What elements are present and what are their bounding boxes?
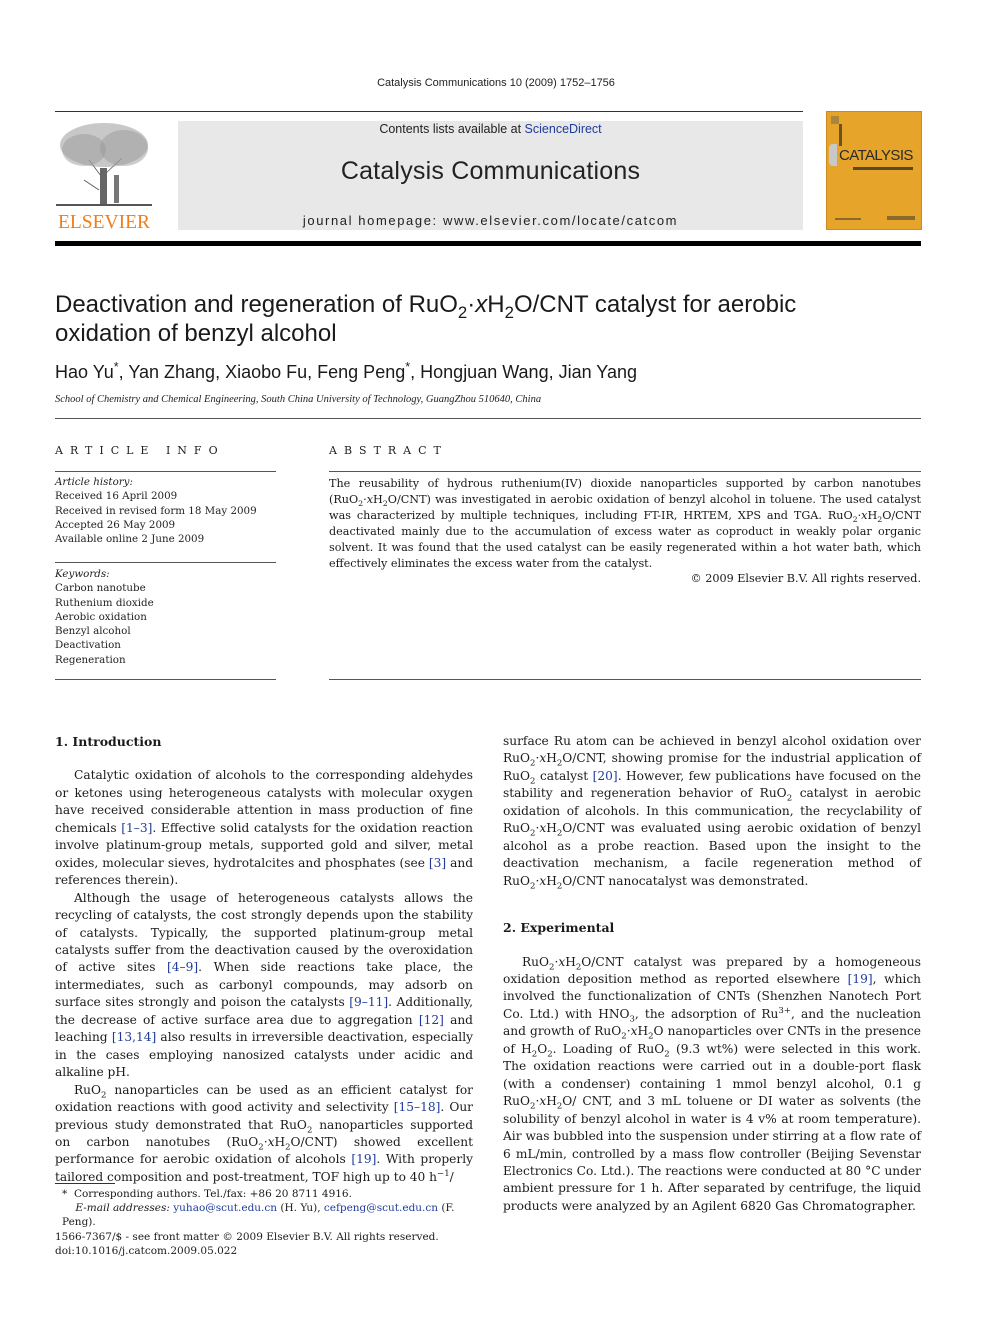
abstract-text: The reusability of hydrous ruthenium(IV)… [329, 477, 921, 570]
journal-citation: Catalysis Communications 10 (2009) 1752–… [377, 77, 615, 89]
title-sub: 2 [504, 302, 514, 322]
reference-link: [1–3] [121, 820, 153, 835]
reference-link: [3] [428, 855, 447, 870]
keyword: Aerobic oxidation [55, 610, 147, 623]
header-thick-rule [55, 241, 921, 246]
reference-link: [19] [351, 1152, 377, 1167]
reference-link: [13,14] [111, 1030, 157, 1045]
section-heading-experimental: 2. Experimental [503, 920, 615, 936]
history-received: Received 16 April 2009 [55, 490, 178, 503]
footnote-rule [55, 1183, 115, 1184]
sciencedirect-link[interactable]: ScienceDirect [525, 122, 602, 136]
cover-subtitle [853, 167, 913, 170]
affiliation-rule [55, 418, 921, 419]
elsevier-tree-icon [56, 123, 152, 206]
history-online: Available online 2 June 2009 [55, 533, 205, 546]
history-revised: Received in revised form 18 May 2009 [55, 504, 257, 517]
keyword: Carbon nanotube [55, 582, 146, 595]
title-h: H [487, 291, 505, 318]
abstract-rule [329, 471, 921, 472]
author[interactable]: Xiaobo Fu [225, 362, 307, 382]
history-label: Article history: [55, 476, 133, 488]
email-link-yu[interactable]: yuhao@scut.edu.cn [173, 1202, 277, 1214]
title-sub: 2 [457, 302, 468, 322]
author[interactable]: Feng Peng [317, 362, 405, 382]
article-title: Deactivation and regeneration of RuO2·xH… [55, 290, 915, 348]
title-text: O/CNT catalyst for aerobic [513, 291, 797, 318]
email-link-peng[interactable]: cefpeng@scut.edu.cn [324, 1202, 438, 1214]
contents-line: Contents lists available at ScienceDirec… [178, 122, 803, 136]
article-info-bottom-rule [55, 679, 276, 680]
author[interactable]: Jian Yang [559, 362, 637, 382]
history-accepted: Accepted 26 May 2009 [55, 518, 176, 531]
reference-link: [4–9] [167, 960, 199, 975]
journal-banner: Contents lists available at ScienceDirec… [178, 121, 803, 230]
cover-footer-right [887, 216, 915, 220]
title-x: x [475, 291, 488, 318]
author[interactable]: Hao Yu [55, 362, 114, 382]
footnote-text: Corresponding authors. Tel./fax: +86 20 … [73, 1188, 352, 1200]
right-column: surface Ru atom can be achieved in benzy… [503, 733, 921, 1215]
author-list: Hao Yu*, Yan Zhang, Xiaobo Fu, Feng Peng… [55, 360, 637, 382]
email-owner: (H. Yu), [277, 1202, 324, 1214]
article-info-rule [55, 471, 276, 472]
journal-title: Catalysis Communications [340, 157, 641, 185]
issn: 1566-7367/$ - see front matter © 2009 El… [55, 1231, 439, 1243]
header-rule [55, 111, 803, 112]
keyword: Benzyl alcohol [55, 625, 131, 638]
article-history: Article history: Received 16 April 2009 … [55, 475, 277, 546]
section-heading-introduction: 1. Introduction [55, 734, 162, 749]
affiliation: School of Chemistry and Chemical Enginee… [55, 394, 542, 405]
keyword: Regeneration [55, 653, 126, 666]
paragraph: RuO2 nanoparticles can be used as an eff… [55, 1082, 474, 1184]
keyword: Ruthenium dioxide [55, 596, 154, 609]
reference-link: [20] [592, 768, 618, 783]
cover-footer-left [835, 218, 861, 220]
cover-c-letter [829, 144, 837, 166]
corresponding-mark[interactable]: * [405, 360, 410, 374]
keywords-label: Keywords: [55, 568, 110, 580]
front-matter: 1566-7367/$ - see front matter © 2009 El… [55, 1230, 495, 1258]
keywords-rule [55, 562, 276, 563]
reference-link: [19] [847, 971, 873, 986]
reference-link: [15–18] [393, 1100, 441, 1115]
title-text: oxidation of benzyl alcohol [55, 320, 337, 347]
abstract-heading: ABSTRACT [329, 444, 448, 457]
footnote-mark: * [62, 1188, 68, 1200]
article-info-heading: ARTICLE INFO [55, 444, 225, 457]
author[interactable]: Yan Zhang [128, 362, 215, 382]
paragraph: RuO2·xH2O/CNT catalyst was prepared by a… [503, 954, 921, 1213]
elsevier-wordmark: ELSEVIER [57, 212, 151, 233]
cover-title: CATALYSIS [839, 147, 913, 164]
paragraph: Catalytic oxidation of alcohols to the c… [55, 768, 474, 888]
abstract-bottom-rule [329, 679, 921, 680]
doi-link[interactable]: doi:10.1016/j.catcom.2009.05.022 [55, 1245, 237, 1257]
cover-strip [839, 124, 842, 146]
author[interactable]: Hongjuan Wang [420, 362, 548, 382]
reference-link: [9–11] [349, 995, 389, 1010]
email-label: E-mail addresses: [75, 1202, 170, 1214]
corresponding-mark[interactable]: * [114, 360, 119, 374]
keywords: Keywords: Carbon nanotube Ruthenium diox… [55, 567, 277, 667]
contents-label: Contents lists available at [379, 122, 525, 136]
keyword: Deactivation [55, 639, 121, 652]
cover-emblem [831, 116, 839, 124]
journal-homepage[interactable]: journal homepage: www.elsevier.com/locat… [178, 213, 803, 228]
paragraph: surface Ru atom can be achieved in benzy… [503, 734, 921, 892]
elsevier-logo: ELSEVIER [52, 120, 156, 233]
abstract-copyright: © 2009 Elsevier B.V. All rights reserved… [690, 572, 921, 585]
footnote-corresponding: * Corresponding authors. Tel./fax: +86 2… [62, 1187, 482, 1229]
journal-cover-image: CATALYSIS [826, 111, 922, 230]
paragraph: Although the usage of heterogeneous cata… [55, 890, 473, 1080]
reference-link: [12] [418, 1012, 444, 1027]
left-column: 1. Introduction Catalytic oxidation of a… [55, 733, 473, 1186]
title-text: Deactivation and regeneration of RuO [55, 291, 458, 318]
